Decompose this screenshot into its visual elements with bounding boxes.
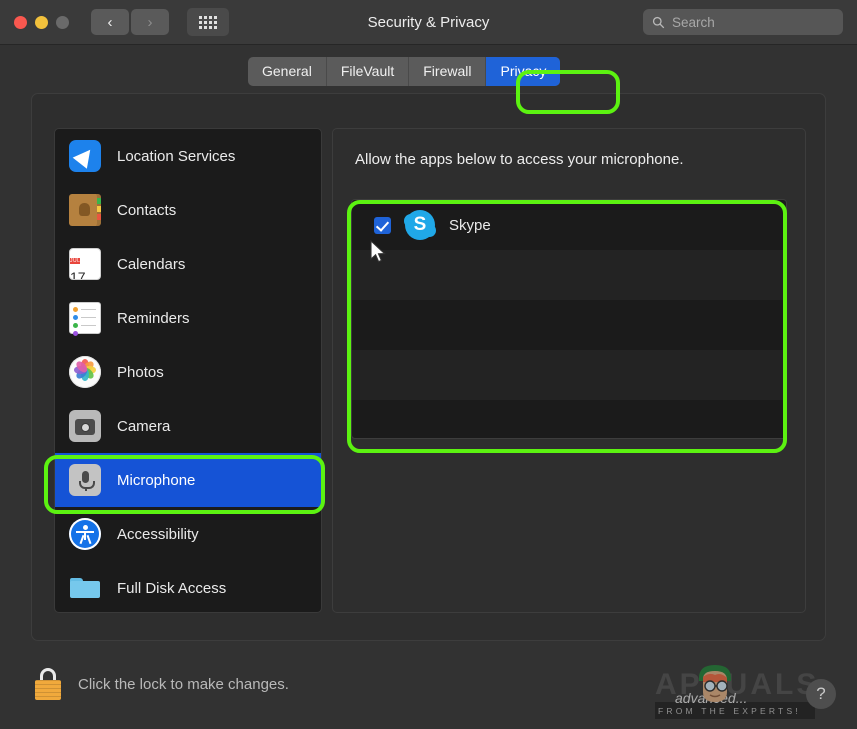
table-row	[352, 300, 786, 350]
sidebar-item-label: Accessibility	[117, 525, 199, 543]
list-item-skype[interactable]: S Skype	[352, 200, 786, 250]
tab-general[interactable]: General	[248, 57, 327, 86]
navigation-buttons: ‹ ›	[91, 9, 169, 35]
watermark: APPUALS FROM THE EXPERTS! advanced...	[655, 665, 816, 720]
lock-icon[interactable]	[33, 668, 63, 700]
calendar-month: JUL	[70, 258, 81, 264]
tab-bar: General FileVault Firewall Privacy	[0, 45, 857, 93]
search-placeholder: Search	[672, 14, 715, 30]
show-all-preferences-button[interactable]	[187, 8, 229, 36]
sidebar-item-label: Photos	[117, 363, 164, 381]
help-button[interactable]: ?	[806, 679, 836, 709]
photos-icon	[69, 356, 101, 388]
sidebar-item-contacts[interactable]: Contacts	[55, 183, 321, 237]
calendar-day: 17	[70, 269, 86, 280]
app-list[interactable]: S Skype	[351, 199, 787, 439]
traffic-lights	[14, 15, 69, 29]
search-icon	[652, 16, 665, 28]
location-services-icon	[69, 140, 101, 172]
mouse-cursor	[370, 240, 386, 263]
mascot-icon	[699, 665, 731, 702]
tab-firewall[interactable]: Firewall	[409, 57, 487, 86]
tab-filevault[interactable]: FileVault	[327, 57, 410, 86]
sidebar-item-label: Contacts	[117, 201, 177, 219]
skype-checkbox[interactable]	[374, 216, 391, 234]
grid-icon	[199, 15, 217, 29]
close-button[interactable]	[14, 15, 27, 29]
forward-icon: ›	[131, 9, 169, 35]
tab-privacy[interactable]: Privacy	[486, 57, 561, 86]
camera-icon	[69, 410, 101, 442]
sidebar-item-label: Reminders	[117, 309, 190, 327]
minimize-button[interactable]	[35, 15, 48, 29]
sidebar-item-microphone[interactable]: Microphone	[55, 453, 321, 507]
table-row	[352, 400, 786, 438]
sidebar-item-accessibility[interactable]: Accessibility	[55, 507, 321, 561]
window-title-bar: ‹ › Security & Privacy Search	[0, 0, 857, 45]
calendars-icon: JUL 17	[69, 248, 101, 280]
sidebar-item-label: Microphone	[117, 471, 196, 489]
table-row	[352, 350, 786, 400]
sidebar-item-full-disk-access[interactable]: Full Disk Access	[55, 561, 321, 612]
privacy-pane: Location Services Contacts JUL 17 Calend…	[31, 93, 826, 641]
contacts-icon	[69, 194, 101, 226]
sidebar-item-photos[interactable]: Photos	[55, 345, 321, 399]
sidebar-item-label: Camera	[117, 417, 171, 435]
sidebar-item-label: Calendars	[117, 255, 186, 273]
table-row	[352, 250, 786, 300]
permission-description: Allow the apps below to access your micr…	[355, 151, 684, 168]
accessibility-icon	[69, 518, 101, 550]
sidebar-item-camera[interactable]: Camera	[55, 399, 321, 453]
sidebar-item-calendars[interactable]: JUL 17 Calendars	[55, 237, 321, 291]
back-icon[interactable]: ‹	[91, 9, 129, 35]
lock-message: Click the lock to make changes.	[78, 676, 289, 693]
zoom-button	[56, 15, 69, 29]
skype-icon: S	[404, 210, 436, 240]
sidebar-item-label: Full Disk Access	[117, 579, 227, 597]
privacy-category-list[interactable]: Location Services Contacts JUL 17 Calend…	[54, 128, 322, 613]
app-name: Skype	[449, 216, 491, 234]
sidebar-item-location-services[interactable]: Location Services	[55, 129, 321, 183]
reminders-icon	[69, 302, 101, 336]
app-permission-pane: Allow the apps below to access your micr…	[332, 128, 806, 613]
folder-icon	[69, 572, 101, 604]
sidebar-item-label: Location Services	[117, 147, 236, 165]
sidebar-item-reminders[interactable]: Reminders	[55, 291, 321, 345]
microphone-icon	[69, 464, 101, 496]
search-input[interactable]: Search	[643, 9, 843, 35]
